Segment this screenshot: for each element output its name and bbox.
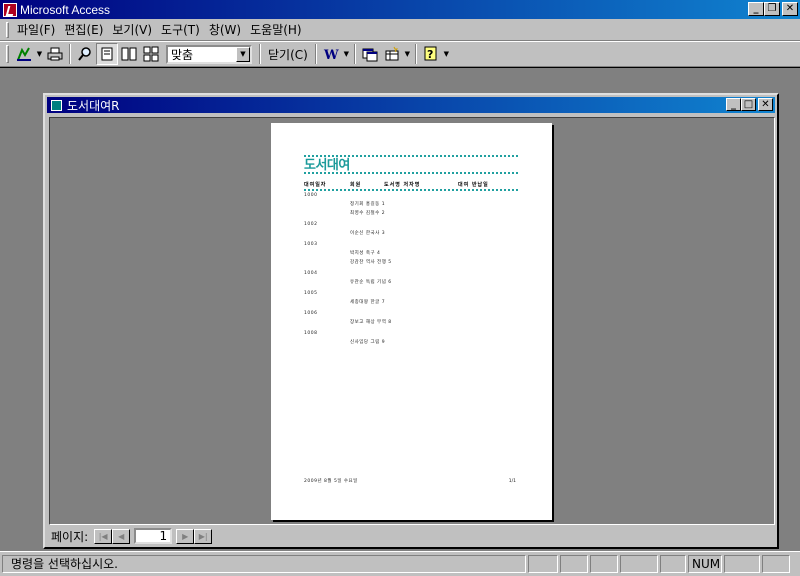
menu-window[interactable]: 창(W) <box>205 21 245 38</box>
menu-tools[interactable]: 도구(T) <box>157 21 204 38</box>
report-group-id: 1005 <box>304 291 318 296</box>
report-footer-date: 2009년 8월 5일 수요일 <box>304 479 358 484</box>
view-icon[interactable] <box>13 43 35 65</box>
chevron-down-icon[interactable]: ▼ <box>236 46 250 62</box>
menu-edit[interactable]: 편집(E) <box>60 21 107 38</box>
last-page-icon[interactable]: ▶| <box>194 528 213 544</box>
status-bar: 명령을 선택하십시오. NUM <box>0 551 800 576</box>
report-line: 정기회 홍길동 1 <box>350 202 386 207</box>
zoom-select[interactable]: 맞춤 ▼ <box>166 44 252 64</box>
prev-page-icon[interactable]: ◀ <box>112 528 131 544</box>
menu-bar: 파일(F) 편집(E) 보기(V) 도구(T) 창(W) 도움말(H) <box>0 19 800 41</box>
report-line: 장보고 해상 무역 8 <box>350 320 392 325</box>
new-object-icon[interactable] <box>381 43 403 65</box>
child-window-title: 도서대여R <box>67 98 120 113</box>
multiple-pages-icon[interactable] <box>140 43 162 65</box>
one-page-icon[interactable] <box>96 43 118 65</box>
zoom-value: 맞춤 <box>171 47 194 62</box>
status-cell <box>724 555 760 573</box>
status-cell <box>660 555 686 573</box>
report-preview-window: 도서대여R _ □ ✕ 도서대여 대여일자 회원 도서명 저자명 대여 반납일 … <box>43 93 779 549</box>
view-dropdown-icon[interactable]: ▼ <box>35 43 44 65</box>
access-app-icon[interactable] <box>3 2 17 17</box>
report-group-id: 1003 <box>304 242 318 247</box>
menu-help[interactable]: 도움말(H) <box>246 21 306 38</box>
toolbar-separator <box>414 44 417 64</box>
report-group-id: 1008 <box>304 331 318 336</box>
report-header-row: 대여일자 회원 도서명 저자명 대여 반납일 <box>304 181 518 189</box>
app-title: Microsoft Access <box>20 2 111 17</box>
print-preview-toolbar: ▼ 맞춤 ▼ 닫기(C) W ▼ ▼ ? ▼ <box>0 41 800 67</box>
report-page-number: 1/1 <box>508 479 516 484</box>
report-page[interactable]: 도서대여 대여일자 회원 도서명 저자명 대여 반납일 1000 정기회 홍길동 … <box>271 123 552 520</box>
status-message: 명령을 선택하십시오. <box>2 555 526 573</box>
report-divider <box>304 172 518 174</box>
help-dropdown-icon[interactable]: ▼ <box>442 43 451 65</box>
report-line: 유관순 독립 기념 6 <box>350 280 392 285</box>
child-title-bar[interactable]: 도서대여R _ □ ✕ <box>47 97 775 113</box>
report-group-id: 1002 <box>304 222 318 227</box>
new-object-dropdown-icon[interactable]: ▼ <box>403 43 412 65</box>
child-close-button[interactable]: ✕ <box>758 98 773 111</box>
child-minimize-button[interactable]: _ <box>726 98 741 111</box>
word-icon[interactable]: W <box>320 43 342 65</box>
office-links-dropdown-icon[interactable]: ▼ <box>342 43 351 65</box>
num-lock-indicator: NUM <box>688 555 722 573</box>
two-pages-icon[interactable] <box>118 43 140 65</box>
svg-text:?: ? <box>427 48 433 61</box>
report-line: 신사임당 그림 9 <box>350 340 386 345</box>
report-divider <box>304 189 518 191</box>
record-navigation: 페이지: |◀ ◀ 1 ▶ ▶| <box>49 527 213 545</box>
report-line: 박지성 축구 4 <box>350 251 381 256</box>
print-icon[interactable] <box>44 43 66 65</box>
child-maximize-button[interactable]: □ <box>741 98 756 111</box>
svg-text:W: W <box>323 48 339 62</box>
next-page-icon[interactable]: ▶ <box>176 528 195 544</box>
help-icon[interactable]: ? <box>420 43 442 65</box>
toolbar-grip[interactable] <box>6 45 9 63</box>
header-member: 회원 <box>350 182 362 188</box>
header-book: 도서명 저자명 <box>384 182 421 188</box>
header-date: 대여일자 <box>304 182 327 188</box>
toolbar-separator <box>259 44 261 64</box>
status-cell <box>762 555 790 573</box>
close-preview-button[interactable]: 닫기(C) <box>264 46 312 63</box>
database-window-icon[interactable] <box>359 43 381 65</box>
report-divider <box>304 155 518 157</box>
status-cell <box>590 555 618 573</box>
minimize-button[interactable]: _ <box>748 2 764 16</box>
menu-grip[interactable] <box>6 21 9 38</box>
restore-button[interactable]: ❐ <box>764 2 780 16</box>
status-cell <box>528 555 558 573</box>
first-page-icon[interactable]: |◀ <box>94 528 113 544</box>
report-icon[interactable] <box>51 99 62 111</box>
report-line: 이순신 한국사 3 <box>350 231 386 236</box>
zoom-icon[interactable] <box>74 43 96 65</box>
report-line: 세종대왕 한글 7 <box>350 300 386 305</box>
header-return: 대여 반납일 <box>458 182 489 188</box>
app-title-bar: Microsoft Access _ ❐ ✕ <box>0 0 800 19</box>
menu-file[interactable]: 파일(F) <box>13 21 59 38</box>
toolbar-separator <box>353 44 356 64</box>
page-number-input[interactable]: 1 <box>134 528 173 544</box>
report-line: 강감찬 역사 전쟁 5 <box>350 260 392 265</box>
report-group-id: 1006 <box>304 311 318 316</box>
close-button[interactable]: ✕ <box>782 2 798 16</box>
report-group-id: 1004 <box>304 271 318 276</box>
report-group-id: 1000 <box>304 193 318 198</box>
status-cell <box>560 555 588 573</box>
toolbar-separator <box>69 44 71 64</box>
menu-view[interactable]: 보기(V) <box>108 21 156 38</box>
toolbar-separator <box>314 44 317 64</box>
page-label: 페이지: <box>51 529 89 544</box>
preview-area[interactable]: 도서대여 대여일자 회원 도서명 저자명 대여 반납일 1000 정기회 홍길동 … <box>49 117 775 525</box>
report-line: 최영수 김철수 2 <box>350 211 386 216</box>
status-cell <box>620 555 658 573</box>
